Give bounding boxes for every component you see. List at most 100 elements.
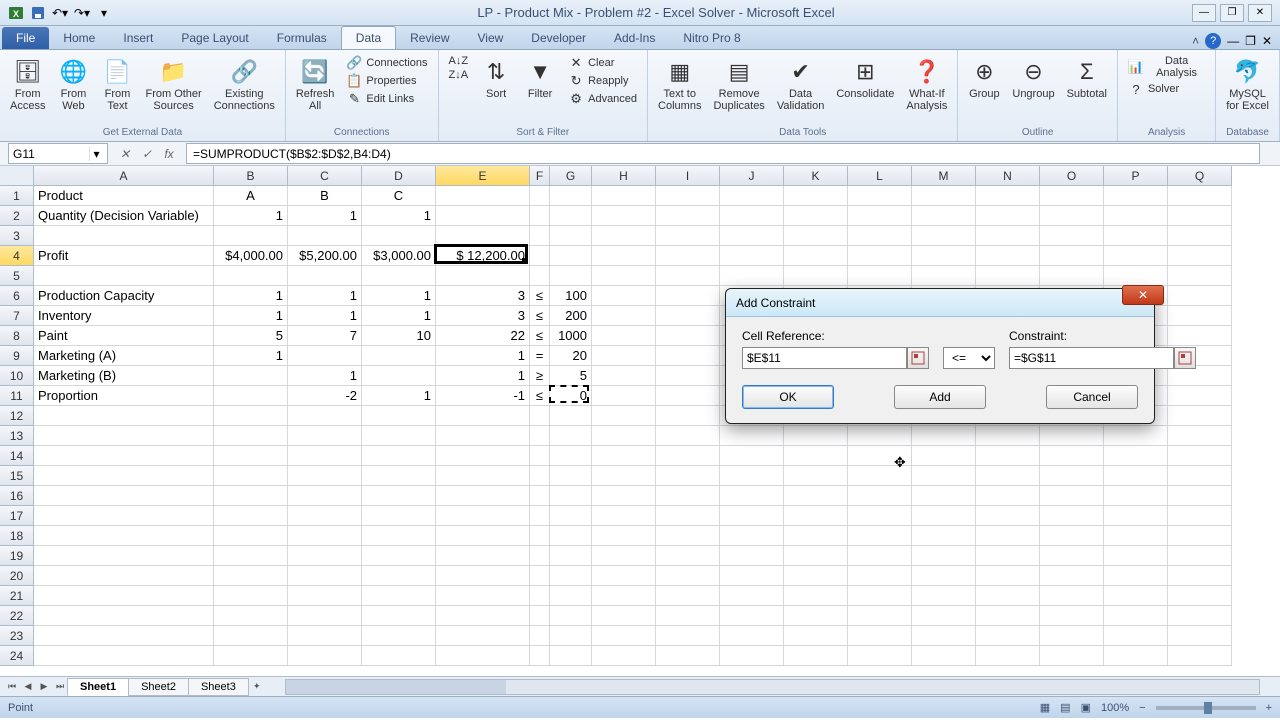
cell[interactable] [976, 646, 1040, 666]
close-button[interactable]: ✕ [1248, 4, 1272, 22]
tab-addins[interactable]: Add-Ins [600, 27, 669, 49]
column-header[interactable]: O [1040, 166, 1104, 186]
cell[interactable]: 1 [436, 346, 530, 366]
minimize-ribbon-icon[interactable]: ˄ [1192, 34, 1199, 48]
cell[interactable]: Quantity (Decision Variable) [34, 206, 214, 226]
cell[interactable] [720, 266, 784, 286]
cell[interactable] [1040, 546, 1104, 566]
cell[interactable] [436, 226, 530, 246]
cell[interactable] [784, 206, 848, 226]
cell[interactable] [784, 246, 848, 266]
cell[interactable] [848, 186, 912, 206]
cell[interactable] [530, 546, 550, 566]
cell[interactable] [592, 446, 656, 466]
cell[interactable] [976, 486, 1040, 506]
tab-review[interactable]: Review [396, 27, 463, 49]
cell[interactable] [912, 486, 976, 506]
cell[interactable]: 1 [288, 366, 362, 386]
cell[interactable] [1168, 486, 1232, 506]
cell[interactable] [1040, 246, 1104, 266]
cell[interactable] [530, 246, 550, 266]
cell[interactable] [720, 586, 784, 606]
cell[interactable] [362, 366, 436, 386]
data-analysis-button[interactable]: 📊Data Analysis [1124, 54, 1209, 80]
column-header[interactable]: A [34, 166, 214, 186]
cell[interactable] [530, 626, 550, 646]
row-header[interactable]: 20 [0, 566, 34, 586]
view-normal-icon[interactable]: ▦ [1040, 701, 1050, 714]
cell[interactable] [362, 466, 436, 486]
cell[interactable] [214, 646, 288, 666]
cell[interactable] [288, 466, 362, 486]
cell[interactable]: 200 [550, 306, 592, 326]
cell[interactable] [288, 426, 362, 446]
cell[interactable] [436, 466, 530, 486]
cell[interactable] [530, 426, 550, 446]
cell[interactable] [848, 646, 912, 666]
chevron-down-icon[interactable]: ▾ [89, 147, 103, 161]
cell[interactable] [1168, 366, 1232, 386]
cell[interactable] [1104, 586, 1168, 606]
filter-button[interactable]: ▼Filter [520, 54, 560, 102]
cell[interactable] [720, 546, 784, 566]
cell[interactable] [912, 606, 976, 626]
whatif-button[interactable]: ❓What-If Analysis [902, 54, 951, 114]
cell[interactable] [550, 526, 592, 546]
cell[interactable] [784, 506, 848, 526]
cell[interactable] [530, 226, 550, 246]
cell[interactable]: 1 [214, 286, 288, 306]
cell[interactable] [1168, 306, 1232, 326]
cell[interactable]: ≤ [530, 386, 550, 406]
row-header[interactable]: 17 [0, 506, 34, 526]
cell[interactable] [1168, 266, 1232, 286]
cell[interactable] [848, 266, 912, 286]
cell[interactable] [288, 446, 362, 466]
cell[interactable] [530, 526, 550, 546]
cell[interactable] [592, 346, 656, 366]
cell[interactable] [362, 346, 436, 366]
cell[interactable] [592, 226, 656, 246]
cell[interactable] [592, 466, 656, 486]
cell[interactable] [592, 386, 656, 406]
cell[interactable]: 3 [436, 306, 530, 326]
cell[interactable] [1104, 506, 1168, 526]
cancel-button[interactable]: Cancel [1046, 385, 1138, 409]
cell[interactable] [784, 486, 848, 506]
cell[interactable] [550, 466, 592, 486]
cell[interactable] [592, 486, 656, 506]
cell[interactable] [1040, 186, 1104, 206]
sort-asc-button[interactable]: A↓Z [445, 54, 473, 68]
cell[interactable] [1168, 506, 1232, 526]
cell[interactable] [656, 426, 720, 446]
cell[interactable]: 5 [550, 366, 592, 386]
connections-button[interactable]: 🔗Connections [342, 54, 431, 72]
cell[interactable]: 1000 [550, 326, 592, 346]
sheet-nav-last-icon[interactable]: ⏭ [52, 679, 68, 695]
cell[interactable] [362, 266, 436, 286]
cells-area[interactable]: ProductABCQuantity (Decision Variable)11… [34, 186, 1232, 676]
zoom-slider[interactable] [1156, 706, 1256, 710]
cell[interactable] [784, 646, 848, 666]
cell[interactable] [288, 646, 362, 666]
cell[interactable] [848, 546, 912, 566]
cell[interactable] [848, 426, 912, 446]
clear-button[interactable]: ✕Clear [564, 54, 641, 72]
cell[interactable] [550, 546, 592, 566]
cell[interactable] [34, 566, 214, 586]
cell[interactable] [912, 186, 976, 206]
cell[interactable] [784, 566, 848, 586]
row-header[interactable]: 18 [0, 526, 34, 546]
cell[interactable] [912, 466, 976, 486]
cell[interactable] [214, 506, 288, 526]
cell[interactable] [214, 406, 288, 426]
from-other-sources-button[interactable]: 📁From Other Sources [141, 54, 205, 114]
group-button[interactable]: ⊕Group [964, 54, 1004, 102]
cell[interactable] [784, 266, 848, 286]
cell[interactable] [34, 466, 214, 486]
cell[interactable]: ≤ [530, 326, 550, 346]
cell[interactable] [912, 246, 976, 266]
tab-home[interactable]: Home [49, 27, 109, 49]
cell[interactable] [592, 246, 656, 266]
cell[interactable] [288, 486, 362, 506]
cell[interactable] [656, 446, 720, 466]
